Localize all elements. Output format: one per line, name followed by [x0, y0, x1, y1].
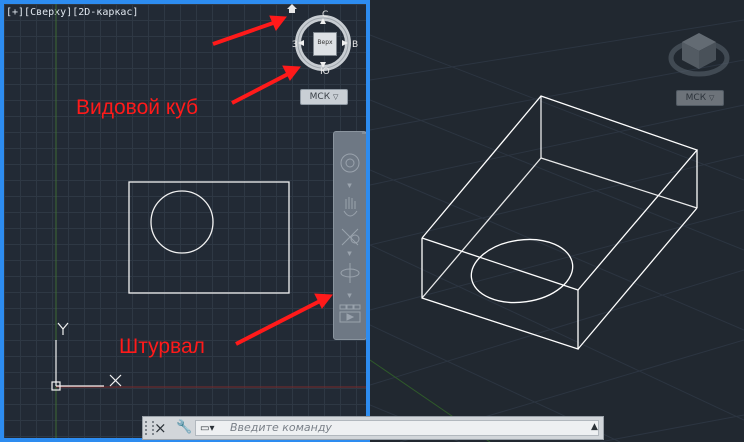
- svg-text:▾: ▾: [348, 250, 351, 257]
- command-placeholder: Введите команду: [230, 421, 332, 434]
- chevron-down-icon: ▽: [332, 93, 339, 101]
- svg-text:▾: ▾: [348, 182, 351, 189]
- compass-north[interactable]: С: [322, 10, 328, 20]
- command-input[interactable]: ▭▾ Введите команду: [195, 420, 599, 436]
- steering-wheel-icon: [340, 153, 360, 173]
- navbar-icons: ▾ ▾ ▾: [339, 132, 366, 323]
- pan-hand-icon: [343, 197, 358, 217]
- wrench-icon[interactable]: 🔧: [176, 420, 192, 435]
- home-icon: [287, 4, 297, 13]
- perspective-grid: [370, 19, 744, 442]
- command-line: × 🔧 ▭▾ Введите команду ▲: [142, 416, 604, 440]
- chevron-down-icon: ▽: [708, 94, 715, 102]
- drag-handle-icon[interactable]: [145, 421, 154, 435]
- viewport-top[interactable]: [+][Сверху][2D-каркас] Верх С Ю З В МСК …: [0, 0, 370, 442]
- command-prompt-icon[interactable]: ▭▾: [200, 422, 214, 436]
- compass-west[interactable]: З: [292, 40, 298, 50]
- annotation-navbar: Штурвал: [119, 335, 205, 358]
- compass-east[interactable]: В: [352, 40, 358, 50]
- right-viewport-drawing: [370, 19, 744, 442]
- close-icon[interactable]: ×: [154, 419, 167, 437]
- left-viewport-drawing: [51, 4, 366, 438]
- ucs-icon: [51, 322, 122, 391]
- ucs-menu-button-right[interactable]: МСК ▽: [676, 90, 724, 106]
- viewcube-top-face[interactable]: Верх: [313, 32, 337, 56]
- annotation-viewcube: Видовой куб: [76, 96, 199, 119]
- circle-shape: [150, 190, 214, 254]
- showmotion-icon: [339, 304, 347, 310]
- svg-text:▾: ▾: [348, 292, 351, 299]
- viewcube-inactive[interactable]: [668, 33, 730, 77]
- history-arrow-icon[interactable]: ▲: [591, 422, 598, 432]
- compass-south[interactable]: Ю: [320, 67, 330, 77]
- ucs-menu-label-right: МСК: [685, 93, 707, 103]
- navigation-bar: ▾ ▾ ▾: [333, 131, 366, 340]
- viewcube-top-label: Верх: [317, 39, 333, 46]
- ucs-menu-button[interactable]: МСК ▽: [300, 89, 348, 105]
- ucs-menu-label: МСК: [309, 92, 331, 102]
- viewport-3d[interactable]: МСК ▽: [370, 0, 744, 442]
